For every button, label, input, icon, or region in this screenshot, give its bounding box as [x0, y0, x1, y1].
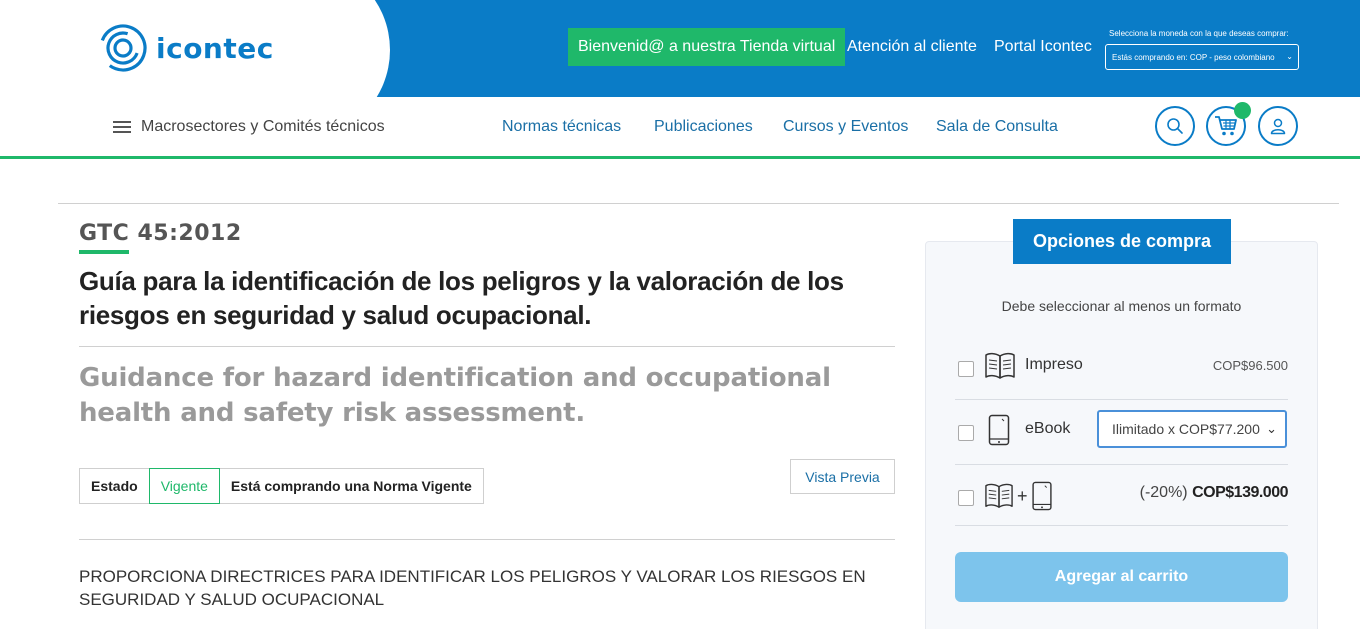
logo[interactable]: icontec [98, 23, 274, 73]
nav-bar: Macrosectores y Comités técnicos Normas … [0, 97, 1360, 159]
chevron-down-icon: ⌄ [1266, 421, 1277, 436]
cart-badge [1234, 102, 1251, 119]
plus-sign: + [1017, 485, 1028, 506]
product-title-es: Guía para la identificación de los pelig… [79, 266, 844, 330]
book-icon [985, 352, 1015, 379]
status-note: Está comprando una Norma Vigente [218, 468, 484, 504]
macrosectores-label: Macrosectores y Comités técnicos [141, 117, 385, 135]
tablet-icon [1031, 481, 1052, 511]
option-ebook: eBook Ilimitado x COP$77.200 ⌄ [955, 400, 1288, 465]
printed-label: Impreso [1025, 356, 1083, 373]
combo-price-value: COP$139.000 [1192, 484, 1288, 501]
code-underline [79, 250, 129, 254]
top-bar: icontec Bienvenid@ a nuestra Tienda virt… [0, 0, 1360, 97]
ebook-select-value: Ilimitado x COP$77.200 [1112, 421, 1260, 437]
divider [79, 539, 895, 540]
portal-icontec-link[interactable]: Portal Icontec [994, 28, 1092, 66]
add-to-cart-button[interactable]: Agregar al carrito [955, 552, 1288, 602]
nav-cursos-eventos[interactable]: Cursos y Eventos [783, 97, 908, 156]
product-description: PROPORCIONA DIRECTRICES PARA IDENTIFICAR… [79, 567, 866, 609]
search-button[interactable] [1155, 106, 1195, 146]
currency-value: Estás comprando en: COP - peso colombian… [1112, 52, 1275, 62]
ebook-checkbox[interactable] [958, 425, 974, 441]
chevron-down-icon: ⌄ [1286, 52, 1293, 61]
book-icon [985, 483, 1013, 508]
ebook-license-select[interactable]: Ilimitado x COP$77.200 ⌄ [1097, 410, 1287, 448]
welcome-button[interactable]: Bienvenid@ a nuestra Tienda virtual [568, 28, 846, 66]
nav-publicaciones[interactable]: Publicaciones [654, 97, 753, 156]
macrosectores-menu[interactable]: Macrosectores y Comités técnicos [113, 97, 385, 156]
product-code: GTC 45:2012 [79, 221, 242, 246]
option-combo: + (-20%) COP$139.000 [955, 465, 1288, 526]
user-button[interactable] [1258, 106, 1298, 146]
combo-checkbox[interactable] [958, 490, 974, 506]
search-icon [1167, 118, 1183, 134]
nav-normas-tecnicas[interactable]: Normas técnicas [502, 97, 621, 156]
purchase-options-tab: Opciones de compra [1013, 219, 1231, 264]
hamburger-icon [113, 120, 131, 133]
cart-icon [1215, 116, 1237, 136]
divider [58, 203, 1339, 204]
status-row: Estado Vigente Está comprando una Norma … [79, 468, 484, 504]
preview-button[interactable]: Vista Previa [790, 459, 895, 494]
combo-icons: + [984, 481, 1053, 511]
user-icon [1270, 118, 1286, 135]
product-title-en: Guidance for hazard identification and o… [79, 363, 831, 428]
tablet-icon [988, 414, 1010, 446]
customer-service-link[interactable]: Atención al cliente [847, 28, 977, 66]
printed-price: COP$96.500 [1212, 358, 1288, 373]
combo-price: (-20%) COP$139.000 [1139, 484, 1289, 502]
ebook-label: eBook [1025, 420, 1071, 437]
logo-icon [99, 24, 147, 72]
currency-select[interactable]: Estás comprando en: COP - peso colombian… [1105, 44, 1299, 70]
combo-discount: (-20%) [1139, 484, 1188, 501]
divider [79, 346, 895, 347]
currency-label: Selecciona la moneda con la que deseas c… [1109, 29, 1289, 38]
status-badge: Vigente [148, 468, 220, 504]
nav-sala-consulta[interactable]: Sala de Consulta [936, 97, 1058, 156]
logo-text: icontec [156, 31, 274, 65]
purchase-note: Debe seleccionar al menos un formato [1001, 298, 1242, 314]
status-label: Estado [79, 468, 150, 504]
printed-checkbox[interactable] [958, 361, 974, 377]
option-printed: Impreso COP$96.500 [955, 340, 1288, 400]
